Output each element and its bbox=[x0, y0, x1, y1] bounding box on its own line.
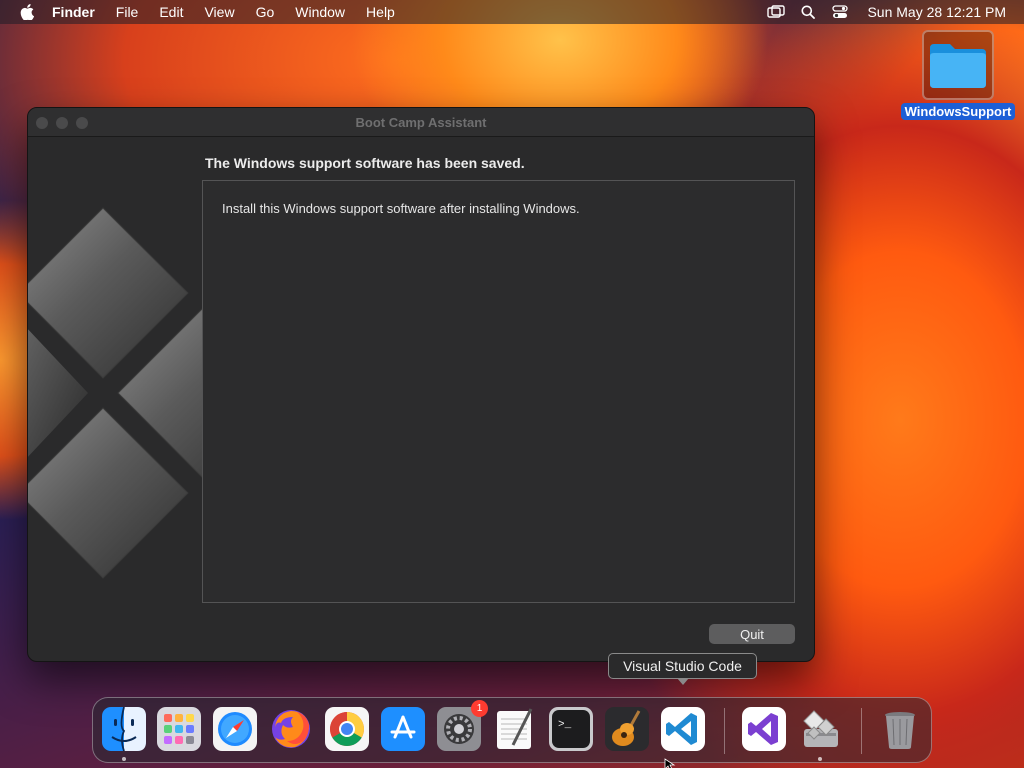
folder-icon bbox=[922, 30, 994, 100]
tooltip-text: Visual Studio Code bbox=[623, 658, 742, 674]
message-panel: Install this Windows support software af… bbox=[202, 180, 795, 603]
menu-finder[interactable]: Finder bbox=[52, 4, 95, 20]
menu-view[interactable]: View bbox=[204, 4, 234, 20]
menu-edit[interactable]: Edit bbox=[159, 4, 183, 20]
message-text: Install this Windows support software af… bbox=[222, 201, 580, 216]
window-controls bbox=[36, 117, 88, 129]
dock-vscode-icon[interactable] bbox=[660, 706, 706, 752]
menu-bar-clock[interactable]: Sun May 28 12:21 PM bbox=[867, 4, 1006, 20]
quit-button[interactable]: Quit bbox=[709, 624, 795, 644]
menu-help[interactable]: Help bbox=[366, 4, 395, 20]
terminal-prompt: >_ bbox=[558, 719, 572, 731]
desktop-folder-windowssupport[interactable]: WindowsSupport bbox=[900, 30, 1016, 120]
desktop-folder-label: WindowsSupport bbox=[900, 103, 1016, 120]
dock-firefox-icon[interactable] bbox=[268, 706, 314, 752]
screen-mirroring-icon[interactable] bbox=[767, 3, 786, 21]
finder-running-indicator bbox=[122, 757, 126, 761]
tooltip-arrow bbox=[677, 678, 689, 685]
dock-launchpad-icon[interactable] bbox=[156, 706, 202, 752]
boot-camp-assistant-window: Boot Camp Assistant The Windows support … bbox=[27, 107, 815, 662]
dock-terminal-icon[interactable]: >_ bbox=[548, 706, 594, 752]
dock-safari-icon[interactable] bbox=[212, 706, 258, 752]
mouse-cursor-icon bbox=[664, 758, 676, 768]
notification-badge: 1 bbox=[471, 700, 488, 717]
dock-chrome-icon[interactable] bbox=[324, 706, 370, 752]
menu-file[interactable]: File bbox=[116, 4, 139, 20]
control-center-icon[interactable] bbox=[831, 3, 849, 21]
dock-garageband-icon[interactable] bbox=[604, 706, 650, 752]
dock: 1 >_ bbox=[92, 697, 932, 763]
dock-app-store-icon[interactable] bbox=[380, 706, 426, 752]
boot-camp-running-indicator bbox=[818, 757, 822, 761]
apple-menu-icon[interactable] bbox=[18, 3, 36, 21]
menu-bar: Finder File Edit View Go Window Help Sun… bbox=[0, 0, 1024, 24]
dock-visual-studio-icon[interactable] bbox=[741, 706, 787, 752]
menu-go[interactable]: Go bbox=[256, 4, 275, 20]
zoom-window-button[interactable] bbox=[76, 117, 88, 129]
dock-boot-camp-assistant-icon[interactable] bbox=[797, 706, 843, 752]
minimize-window-button[interactable] bbox=[56, 117, 68, 129]
dock-tooltip: Visual Studio Code bbox=[608, 653, 757, 685]
close-window-button[interactable] bbox=[36, 117, 48, 129]
dock-textedit-icon[interactable] bbox=[492, 706, 538, 752]
dock-separator bbox=[861, 708, 862, 754]
menu-window[interactable]: Window bbox=[295, 4, 345, 20]
window-title: Boot Camp Assistant bbox=[355, 114, 487, 130]
dock-finder-icon[interactable] bbox=[101, 706, 147, 752]
spotlight-search-icon[interactable] bbox=[799, 3, 817, 21]
dock-system-settings-icon[interactable]: 1 bbox=[436, 700, 488, 752]
page-heading: The Windows support software has been sa… bbox=[205, 155, 525, 171]
window-title-bar[interactable]: Boot Camp Assistant bbox=[28, 108, 814, 137]
dock-separator bbox=[724, 708, 725, 754]
dock-trash-icon[interactable] bbox=[877, 706, 923, 752]
